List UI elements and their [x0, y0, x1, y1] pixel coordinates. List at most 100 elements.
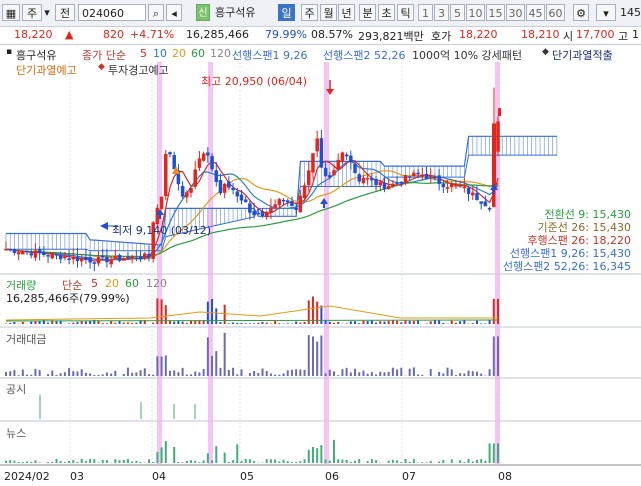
amount-bar — [341, 369, 344, 376]
amount-bar — [101, 374, 104, 376]
news-bar — [408, 462, 411, 463]
amount-bar — [206, 337, 209, 376]
news-bar — [320, 445, 323, 463]
candle-body — [332, 170, 336, 176]
news-bar — [421, 462, 424, 463]
amount-bar — [471, 371, 474, 376]
amount-bar — [232, 367, 235, 376]
news-bar — [147, 459, 150, 463]
alert-square-icon: ◆ — [542, 47, 549, 57]
amount-bar — [467, 370, 470, 376]
news-bar — [345, 459, 348, 463]
news-bar — [139, 462, 142, 463]
volume-bar — [173, 321, 176, 324]
news-bar — [463, 462, 466, 463]
amount-bar — [379, 371, 382, 376]
legend-ma-10: 10 — [153, 47, 167, 60]
candle-body — [126, 256, 130, 258]
volume-bar — [244, 323, 247, 324]
news-bar — [215, 446, 218, 463]
news-bar — [68, 461, 71, 463]
amount-bar — [320, 335, 323, 376]
volume-ma60-line — [5, 319, 499, 322]
news-bar — [30, 461, 33, 463]
candle-body — [445, 187, 450, 189]
candle-body — [121, 258, 126, 261]
candle-body — [349, 155, 353, 163]
volume-bar — [265, 322, 268, 324]
news-bar — [55, 458, 58, 463]
amount-bar — [55, 374, 58, 376]
amount-bar — [51, 370, 54, 376]
amount-bar — [492, 336, 495, 376]
news-bar — [286, 461, 289, 463]
candle-body — [189, 187, 193, 193]
alert-highlight-band — [208, 62, 213, 465]
candle-body — [29, 253, 33, 256]
volume-bar — [152, 322, 155, 324]
amount-bar — [303, 369, 306, 376]
candle-body — [54, 254, 59, 256]
candle-body — [433, 177, 437, 179]
volume-bar — [181, 321, 184, 324]
amount-bar — [421, 374, 424, 376]
candle-body — [159, 196, 164, 210]
candle-body — [117, 254, 122, 261]
news-bar — [337, 459, 340, 463]
candle-body — [403, 175, 408, 183]
amount-bar — [257, 373, 260, 376]
candle-body — [42, 251, 46, 255]
news-bar — [101, 460, 104, 463]
senkou-span2-line — [6, 154, 557, 252]
candle-body — [201, 153, 206, 161]
amount-bar — [265, 370, 268, 376]
candle-body — [21, 251, 25, 255]
volume-bar — [248, 323, 251, 324]
volume-bar — [379, 321, 382, 324]
volume-bar — [480, 323, 483, 324]
volume-bar — [429, 321, 432, 324]
disclosure-bar — [39, 395, 41, 419]
news-bar — [72, 459, 75, 463]
volume-bar — [135, 322, 138, 324]
candle-body — [37, 249, 42, 254]
volume-bar — [126, 322, 129, 324]
news-bar — [459, 460, 462, 463]
amount-bar — [173, 370, 176, 376]
amount-bar — [370, 372, 373, 376]
news-bar — [400, 462, 403, 463]
amount-bar — [105, 372, 108, 376]
news-bar — [282, 459, 285, 463]
candle-body — [357, 174, 361, 182]
news-bar — [38, 462, 41, 463]
news-bar — [438, 461, 441, 463]
candle-body — [285, 200, 290, 203]
news-bar — [131, 461, 134, 463]
volume-bar — [261, 321, 264, 324]
candle-body — [302, 185, 307, 199]
candle-body — [71, 256, 76, 260]
candle-body — [471, 192, 475, 196]
amount-bar — [219, 367, 222, 376]
news-bar — [299, 461, 302, 463]
volume-bar — [391, 320, 394, 324]
volume-bar — [362, 320, 365, 324]
amount-bar — [72, 371, 75, 376]
amount-bar — [97, 374, 100, 376]
amount-bar — [114, 370, 117, 376]
volume-bar — [459, 321, 462, 324]
candle-body — [424, 173, 429, 179]
amount-bar — [333, 371, 335, 376]
amount-bar — [383, 372, 386, 376]
candle-body — [399, 181, 404, 184]
candle-body — [8, 249, 12, 251]
candle-body — [428, 175, 433, 178]
candle-body — [441, 183, 446, 188]
news-bar — [404, 458, 407, 463]
legend-name: 흥구석유 — [16, 49, 57, 62]
candle-body — [180, 185, 185, 197]
volume-bar — [274, 321, 277, 324]
news-bar — [349, 462, 352, 463]
volume-bar — [370, 320, 373, 324]
candle-body — [260, 211, 265, 216]
